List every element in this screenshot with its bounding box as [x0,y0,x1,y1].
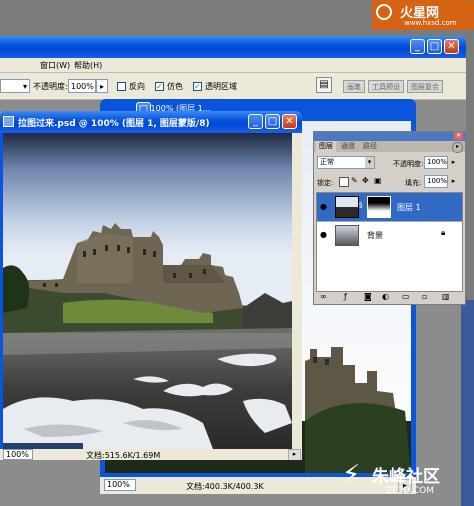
front-canvas [3,133,292,449]
app-title-bar: _ □ ✕ [0,36,466,58]
layers-bottom-toolbar: ∞ ƒ ◙ ◐ ▭ ▫ ▥ [314,292,465,304]
options-bar: ▾ 不透明度: 100% ▸ 反向 ✓ 仿色 ✓ 透明区域 ▤ 画笔 工具预设 … [0,73,466,100]
layer-name-background: 背景 [367,231,383,240]
zf3d-logo: ⚡ 朱峰社区 ZF3D.COM [342,458,472,502]
layer-thumbnail [335,196,359,218]
layer-opacity-field[interactable]: 100% [424,156,448,169]
front-minimize-button[interactable]: _ [248,114,263,129]
app-maximize-button[interactable]: □ [427,39,442,54]
palette-tab-layer-comps[interactable]: 图层复合 [407,80,443,93]
lock-transparency-icon[interactable] [339,177,349,187]
transparency-checkbox[interactable]: ✓ [193,82,202,91]
zf3d-logo-url: ZF3D.COM [386,486,434,496]
opacity-label: 不透明度: [33,82,68,91]
reverse-checkbox[interactable] [117,82,126,91]
fill-field[interactable]: 100% [424,175,448,188]
background-thumbnail [335,225,359,246]
transparency-label: 透明区域 [205,82,237,91]
tab-channels[interactable]: 通道 [338,141,358,152]
lock-icon: 🔒︎ [441,228,446,237]
new-layer-icon[interactable]: ▫ [422,292,427,301]
hxsd-logo: 火星网 www.hxsd.com [372,0,474,30]
lock-label: 锁定: [317,179,334,187]
castle-photo [3,133,292,449]
layer-opacity-arrow-icon[interactable]: ▸ [449,156,458,169]
menu-window[interactable]: 窗口(W) [40,60,70,71]
panel-menu-icon[interactable]: ▸ [452,142,463,153]
front-close-button[interactable]: ✕ [282,114,297,129]
reverse-label: 反向 [129,82,145,91]
trash-icon[interactable]: ▥ [442,292,450,301]
front-title-bar: 拉图过来.psd @ 100% (图层 1, 图层蒙版/8) _ □ ✕ [0,111,302,133]
hxsd-logo-mark [376,4,392,20]
add-mask-icon[interactable]: ◙ [364,292,372,301]
layer-style-icon[interactable]: ƒ [344,292,347,301]
lock-move-icon[interactable]: ✥ [362,176,369,185]
tab-paths[interactable]: 路径 [360,141,380,152]
layers-panel-titlebar: ✕ [314,132,465,141]
layers-panel: ✕ 图层 通道 路径 ▸ 正常 ▾ 不透明度: 100% ▸ 锁定: ✎ ✥ ▣… [313,131,466,305]
back-doc-info: 文档:400.3K/400.3K [186,482,264,491]
chevron-down-icon: ▾ [22,82,27,91]
front-doc-info: 文档:515.6K/1.69M [86,451,161,460]
mode-select[interactable]: ▾ [0,79,30,93]
file-browser-icon[interactable]: ▤ [316,77,332,93]
front-window-title: 拉图过来.psd @ 100% (图层 1, 图层蒙版/8) [18,119,210,129]
adjustment-layer-icon[interactable]: ◐ [382,292,389,301]
link-icon[interactable]: § [359,201,363,209]
palette-tab-tool-presets[interactable]: 工具预设 [368,80,404,93]
palette-tab-brushes[interactable]: 画笔 [343,80,365,93]
app-minimize-button[interactable]: _ [410,39,425,54]
lock-all-icon[interactable]: ▣ [374,176,382,185]
front-document-window[interactable]: 拉图过来.psd @ 100% (图层 1, 图层蒙版/8) _ □ ✕ 100… [0,111,302,460]
front-status-bar: 100% 文档:515.6K/1.69M ▸ [0,449,302,460]
front-scroll-right-icon[interactable]: ▸ [288,449,301,460]
fill-arrow-icon[interactable]: ▸ [449,175,458,188]
layer-row-1[interactable]: ● § 图层 1 [317,193,462,221]
layer-row-background[interactable]: ● 背景 🔒︎ [317,221,462,248]
dither-checkbox[interactable]: ✓ [155,82,164,91]
front-zoom-field[interactable]: 100% [3,449,33,460]
hxsd-logo-url: www.hxsd.com [404,19,457,27]
layer-mask-thumbnail [367,196,391,218]
menu-help[interactable]: 帮助(H) [74,60,102,71]
ps-doc-icon [3,116,14,127]
lock-brush-icon[interactable]: ✎ [351,176,358,185]
layer-opacity-label: 不透明度: [393,160,424,168]
layer-name-1: 图层 1 [397,203,421,212]
layers-list: ● § 图层 1 ● 背景 🔒︎ [316,192,463,292]
link-layers-icon[interactable]: ∞ [320,292,327,301]
back-zoom-field[interactable]: 100% [104,479,136,491]
app-close-button[interactable]: ✕ [444,39,459,54]
zf3d-logo-text: 朱峰社区 [372,467,440,487]
eye-icon[interactable]: ● [320,202,327,211]
fill-label: 填充: [405,179,422,187]
layers-tab-row: 图层 通道 路径 ▸ [314,141,465,153]
panel-close-icon[interactable]: ✕ [454,132,463,140]
blend-mode-chevron-icon[interactable]: ▾ [365,157,374,168]
opacity-field[interactable]: 100% [68,79,96,93]
opacity-dropdown[interactable]: ▸ [96,79,108,93]
tab-layers[interactable]: 图层 [316,141,336,152]
front-maximize-button[interactable]: □ [265,114,280,129]
front-scrollbar[interactable] [292,133,302,449]
eye-icon[interactable]: ● [320,230,327,239]
dither-label: 仿色 [167,82,183,91]
new-group-icon[interactable]: ▭ [402,292,410,301]
menu-bar: 窗口(W) 帮助(H) [0,58,466,73]
zf3d-logo-mark: ⚡ [342,460,361,490]
